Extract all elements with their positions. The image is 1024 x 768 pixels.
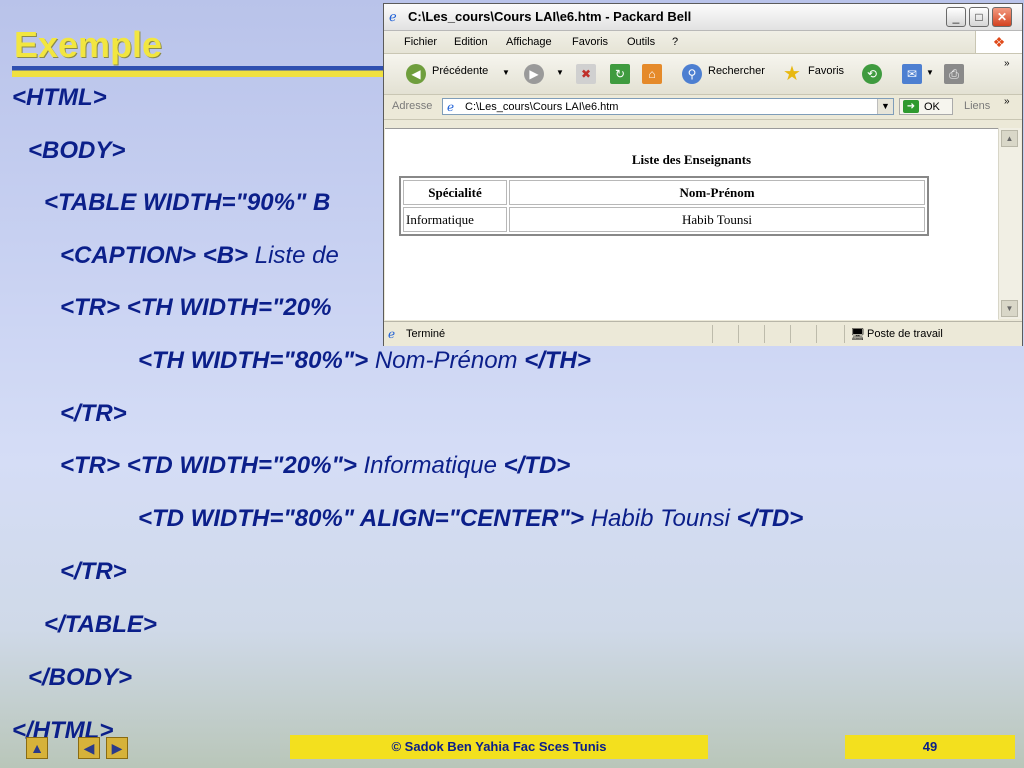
mail-icon[interactable]: ✉ xyxy=(902,64,922,84)
toolbar: ◀ Précédente ▼ ▶ ▼ ✖ ↻ ⌂ ⚲ Rechercher ★ … xyxy=(384,54,1022,95)
print-icon[interactable]: ⎙ xyxy=(944,64,964,84)
code-content: Informatique xyxy=(363,452,497,479)
window-titlebar[interactable]: ℯ C:\Les_cours\Cours LAI\e6.htm - Packar… xyxy=(384,4,1022,31)
address-value: C:\Les_cours\Cours LAI\e6.htm xyxy=(465,101,619,113)
header-nom-prenom: Nom-Prénom xyxy=(509,180,925,205)
code-line: </BODY> xyxy=(28,664,133,691)
nav-next-icon[interactable]: ▶ xyxy=(106,737,128,759)
code-line: <TABLE WIDTH="90%" B xyxy=(44,189,331,216)
mail-dropdown-icon[interactable]: ▼ xyxy=(926,68,934,77)
computer-icon: 🖥 xyxy=(850,327,866,341)
scroll-up-icon[interactable]: ▲ xyxy=(1001,130,1018,147)
status-divider xyxy=(712,325,713,343)
code-line: <BODY> xyxy=(28,137,126,164)
code-line: </TR> xyxy=(60,400,127,427)
back-arrow-icon[interactable]: ◀ xyxy=(406,64,426,84)
status-divider xyxy=(816,325,817,343)
menu-affichage[interactable]: Affichage xyxy=(506,36,552,48)
toolbar-overflow-icon[interactable]: » xyxy=(1004,58,1010,69)
windows-logo-icon: ❖ xyxy=(975,31,1022,53)
close-button[interactable]: ✕ xyxy=(992,7,1012,27)
status-zone: Poste de travail xyxy=(867,328,943,340)
forward-arrow-icon[interactable]: ▶ xyxy=(524,64,544,84)
code-tag: </TD> xyxy=(503,452,571,479)
vertical-scrollbar[interactable]: ▲ ▼ xyxy=(998,128,1021,319)
code-line: <CAPTION> <B> Liste de xyxy=(60,242,339,270)
status-text: Terminé xyxy=(406,328,446,340)
header-specialite: Spécialité xyxy=(403,180,507,205)
forward-dropdown-icon[interactable]: ▼ xyxy=(556,68,564,77)
status-divider xyxy=(764,325,765,343)
cell-specialite: Informatique xyxy=(403,207,507,232)
address-bar: Adresse ℯ C:\Les_cours\Cours LAI\e6.htm … xyxy=(384,95,1022,120)
page-number: 49 xyxy=(845,735,1015,759)
home-icon[interactable]: ⌂ xyxy=(642,64,662,84)
nav-prev-icon[interactable]: ◀ xyxy=(78,737,100,759)
back-button[interactable]: Précédente xyxy=(432,65,488,77)
go-label: OK xyxy=(924,101,940,113)
nav-home-icon[interactable]: ▲ xyxy=(26,737,48,759)
table-header-row: Spécialité Nom-Prénom xyxy=(403,180,925,205)
page-content: Liste des Enseignants Spécialité Nom-Pré… xyxy=(385,128,998,320)
teachers-table: Spécialité Nom-Prénom Informatique Habib… xyxy=(399,176,929,236)
code-content: Habib Tounsi xyxy=(590,505,730,532)
status-divider xyxy=(790,325,791,343)
cell-nom-prenom: Habib Tounsi xyxy=(509,207,925,232)
code-tag: <CAPTION> <B> xyxy=(60,242,249,269)
code-content: Nom-Prénom xyxy=(374,347,518,374)
back-dropdown-icon[interactable]: ▼ xyxy=(502,68,510,77)
scroll-down-icon[interactable]: ▼ xyxy=(1001,300,1018,317)
footer-copyright: © Sadok Ben Yahia Fac Sces Tunis xyxy=(290,735,708,759)
search-icon[interactable]: ⚲ xyxy=(682,64,702,84)
refresh-icon[interactable]: ↻ xyxy=(610,64,630,84)
page-done-icon: ℯ xyxy=(388,327,396,341)
code-tag: <TH WIDTH="80%"> xyxy=(138,347,369,374)
menu-bar: Fichier Edition Affichage Favoris Outils… xyxy=(384,31,1022,54)
status-divider xyxy=(738,325,739,343)
address-dropdown-icon[interactable]: ▼ xyxy=(877,99,893,114)
window-title: C:\Les_cours\Cours LAI\e6.htm - Packard … xyxy=(408,9,692,24)
code-line: <TH WIDTH="80%"> Nom-Prénom </TH> xyxy=(138,347,591,375)
code-line: <TD WIDTH="80%" ALIGN="CENTER"> Habib To… xyxy=(138,505,803,533)
code-line: <HTML> xyxy=(12,84,107,111)
code-line: <TR> <TD WIDTH="20%"> Informatique </TD> xyxy=(60,452,570,480)
address-label: Adresse xyxy=(392,100,433,112)
address-input[interactable]: ℯ C:\Les_cours\Cours LAI\e6.htm ▼ xyxy=(442,98,894,115)
code-tag: </TH> xyxy=(524,347,591,374)
ie-icon: ℯ xyxy=(389,9,397,24)
menu-help[interactable]: ? xyxy=(672,36,678,48)
go-button[interactable]: ➜ OK xyxy=(899,98,953,115)
code-line: </TR> xyxy=(60,558,127,585)
code-tag: <TD WIDTH="80%" ALIGN="CENTER"> xyxy=(138,505,585,532)
status-divider xyxy=(844,325,845,343)
go-arrow-icon: ➜ xyxy=(903,100,919,113)
code-tag: </TD> xyxy=(736,505,804,532)
code-line: </TABLE> xyxy=(44,611,157,638)
status-bar: ℯ Terminé 🖥 Poste de travail xyxy=(384,321,1022,346)
browser-window: ℯ C:\Les_cours\Cours LAI\e6.htm - Packar… xyxy=(383,3,1023,346)
menu-fichier[interactable]: Fichier xyxy=(404,36,437,48)
page-icon: ℯ xyxy=(447,100,455,114)
history-icon[interactable]: ⟲ xyxy=(862,64,882,84)
maximize-button[interactable]: □ xyxy=(969,7,989,27)
table-caption: Liste des Enseignants xyxy=(631,152,752,167)
code-tag: <TR> <TD WIDTH="20%"> xyxy=(60,452,357,479)
minimize-button[interactable]: _ xyxy=(946,7,966,27)
code-content: Liste de xyxy=(254,242,339,269)
links-overflow-icon[interactable]: » xyxy=(1004,96,1010,107)
code-line: <TR> <TH WIDTH="20% xyxy=(60,294,332,321)
links-button[interactable]: Liens xyxy=(964,100,990,112)
favorites-button[interactable]: Favoris xyxy=(808,65,844,77)
menu-edition[interactable]: Edition xyxy=(454,36,488,48)
menu-favoris[interactable]: Favoris xyxy=(572,36,608,48)
stop-icon[interactable]: ✖ xyxy=(576,64,596,84)
menu-outils[interactable]: Outils xyxy=(627,36,655,48)
table-row: Informatique Habib Tounsi xyxy=(403,207,925,232)
favorites-star-icon[interactable]: ★ xyxy=(782,64,802,84)
search-button[interactable]: Rechercher xyxy=(708,65,765,77)
